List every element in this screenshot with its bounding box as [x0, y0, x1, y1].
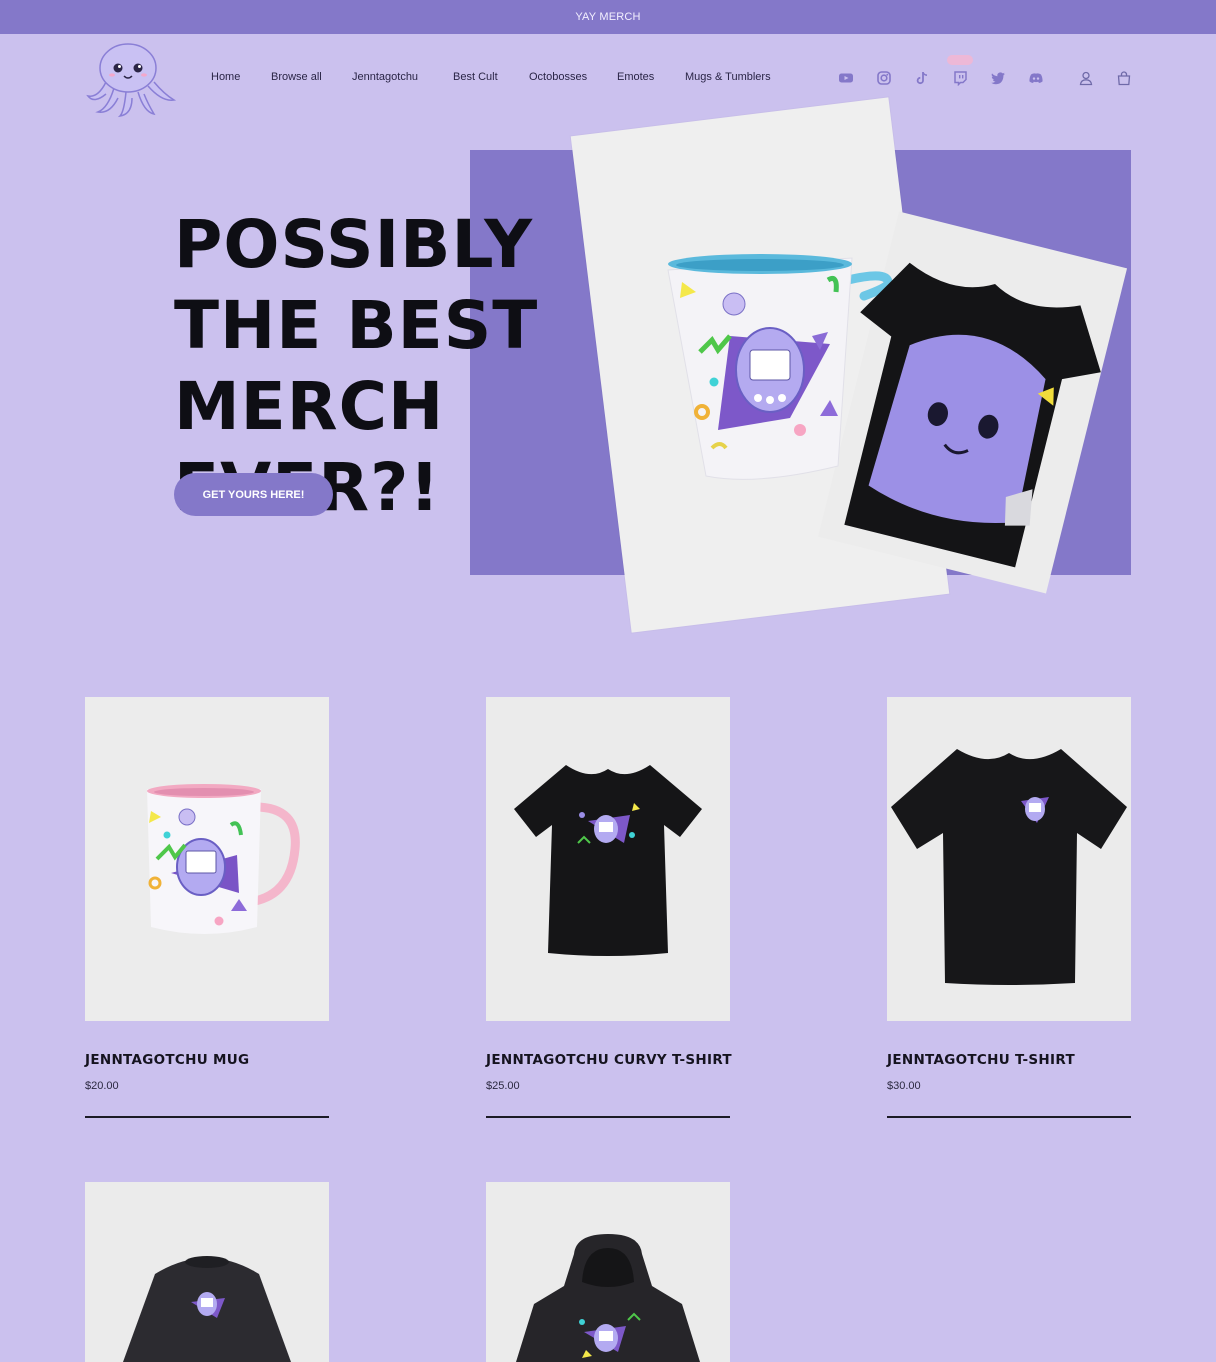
announcement-text: YAY MERCH	[575, 11, 641, 23]
product-price: $30.00	[887, 1080, 921, 1092]
product-image-hoodie[interactable]	[486, 1182, 730, 1362]
product-name[interactable]: JENNTAGOTCHU T-SHIRT	[887, 1052, 1131, 1068]
product-image-mug[interactable]	[85, 697, 329, 1021]
product-card[interactable]: JENNTAGOTCHU CURVY T-SHIRT $25.00	[486, 697, 732, 1118]
nav-emotes[interactable]: Emotes	[617, 71, 654, 83]
instagram-icon[interactable]	[876, 70, 892, 86]
youtube-icon[interactable]	[838, 70, 854, 86]
nav-jenntagotchu[interactable]: Jenntagotchu	[352, 71, 418, 83]
product-image-tshirt[interactable]	[887, 697, 1131, 1021]
product-price: $20.00	[85, 1080, 119, 1092]
live-badge	[947, 55, 973, 65]
product-name[interactable]: JENNTAGOTCHU CURVY T-SHIRT	[486, 1052, 732, 1068]
tiktok-icon[interactable]	[914, 70, 930, 86]
product-image-curvy-tshirt[interactable]	[486, 697, 730, 1021]
nav-octobosses[interactable]: Octobosses	[529, 71, 587, 83]
account-icon[interactable]	[1078, 70, 1094, 86]
product-name[interactable]: JENNTAGOTCHU MUG	[85, 1052, 329, 1068]
nav-best-cult[interactable]: Best Cult	[453, 71, 498, 83]
product-divider	[486, 1116, 730, 1118]
discord-icon[interactable]	[1028, 70, 1044, 86]
nav-home[interactable]: Home	[211, 71, 240, 83]
octopus-logo[interactable]	[84, 42, 178, 118]
twitter-icon[interactable]	[990, 70, 1006, 86]
product-image-sweatshirt[interactable]	[85, 1182, 329, 1362]
cart-icon[interactable]	[1116, 70, 1132, 86]
product-divider	[887, 1116, 1131, 1118]
product-card[interactable]: JENNTAGOTCHU MUG $20.00	[85, 697, 329, 1118]
nav-browse-all[interactable]: Browse all	[271, 71, 322, 83]
product-divider	[85, 1116, 329, 1118]
get-yours-button[interactable]: GET YOURS HERE!	[174, 473, 333, 516]
product-price: $25.00	[486, 1080, 520, 1092]
product-card[interactable]: JENNTAGOTCHU T-SHIRT $30.00	[887, 697, 1131, 1118]
twitch-icon[interactable]	[952, 70, 968, 86]
announcement-bar: YAY MERCH	[0, 0, 1216, 34]
nav-mugs-tumblers[interactable]: Mugs & Tumblers	[685, 71, 771, 83]
